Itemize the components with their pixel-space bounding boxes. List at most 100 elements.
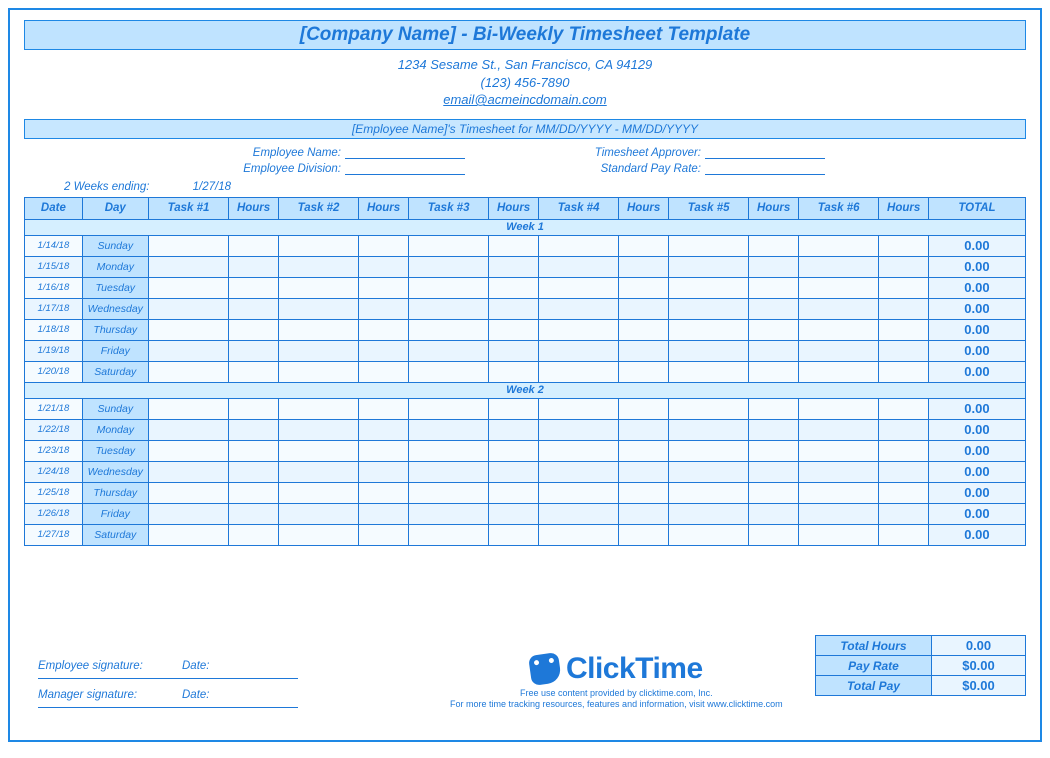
cell-task[interactable] xyxy=(668,503,748,524)
cell-hours[interactable] xyxy=(879,398,929,419)
cell-hours[interactable] xyxy=(359,482,409,503)
cell-task[interactable] xyxy=(408,235,488,256)
cell-hours[interactable] xyxy=(489,298,539,319)
cell-hours[interactable] xyxy=(229,319,279,340)
cell-task[interactable] xyxy=(668,461,748,482)
cell-hours[interactable] xyxy=(489,319,539,340)
cell-task[interactable] xyxy=(538,277,618,298)
cell-task[interactable] xyxy=(148,277,228,298)
cell-task[interactable] xyxy=(798,503,878,524)
cell-task[interactable] xyxy=(278,461,358,482)
cell-hours[interactable] xyxy=(619,398,669,419)
cell-task[interactable] xyxy=(408,256,488,277)
cell-task[interactable] xyxy=(538,440,618,461)
cell-task[interactable] xyxy=(148,256,228,277)
cell-hours[interactable] xyxy=(359,340,409,361)
cell-task[interactable] xyxy=(408,361,488,382)
cell-hours[interactable] xyxy=(229,277,279,298)
cell-task[interactable] xyxy=(538,398,618,419)
cell-task[interactable] xyxy=(668,277,748,298)
cell-hours[interactable] xyxy=(619,419,669,440)
cell-task[interactable] xyxy=(538,461,618,482)
cell-hours[interactable] xyxy=(229,361,279,382)
cell-hours[interactable] xyxy=(489,503,539,524)
cell-task[interactable] xyxy=(668,319,748,340)
cell-hours[interactable] xyxy=(749,398,799,419)
cell-hours[interactable] xyxy=(749,340,799,361)
cell-hours[interactable] xyxy=(879,361,929,382)
cell-hours[interactable] xyxy=(619,461,669,482)
cell-task[interactable] xyxy=(538,298,618,319)
cell-task[interactable] xyxy=(668,340,748,361)
cell-hours[interactable] xyxy=(489,440,539,461)
cell-task[interactable] xyxy=(278,235,358,256)
employee-name-field[interactable] xyxy=(345,145,465,159)
cell-hours[interactable] xyxy=(619,256,669,277)
cell-task[interactable] xyxy=(538,524,618,545)
cell-hours[interactable] xyxy=(879,524,929,545)
cell-task[interactable] xyxy=(408,340,488,361)
cell-task[interactable] xyxy=(538,361,618,382)
cell-task[interactable] xyxy=(668,440,748,461)
cell-hours[interactable] xyxy=(879,503,929,524)
employee-division-field[interactable] xyxy=(345,161,465,175)
cell-hours[interactable] xyxy=(229,440,279,461)
cell-hours[interactable] xyxy=(619,482,669,503)
cell-task[interactable] xyxy=(668,235,748,256)
cell-hours[interactable] xyxy=(879,440,929,461)
cell-hours[interactable] xyxy=(619,361,669,382)
cell-task[interactable] xyxy=(538,482,618,503)
cell-task[interactable] xyxy=(538,503,618,524)
cell-hours[interactable] xyxy=(879,256,929,277)
cell-hours[interactable] xyxy=(489,340,539,361)
cell-hours[interactable] xyxy=(489,277,539,298)
cell-hours[interactable] xyxy=(359,361,409,382)
company-email-link[interactable]: email@acmeincdomain.com xyxy=(443,92,606,107)
cell-hours[interactable] xyxy=(229,503,279,524)
cell-task[interactable] xyxy=(798,361,878,382)
cell-task[interactable] xyxy=(278,319,358,340)
cell-hours[interactable] xyxy=(229,235,279,256)
cell-task[interactable] xyxy=(668,298,748,319)
cell-hours[interactable] xyxy=(749,319,799,340)
cell-hours[interactable] xyxy=(229,398,279,419)
cell-task[interactable] xyxy=(408,461,488,482)
cell-hours[interactable] xyxy=(489,398,539,419)
cell-task[interactable] xyxy=(148,419,228,440)
cell-hours[interactable] xyxy=(359,440,409,461)
cell-hours[interactable] xyxy=(619,524,669,545)
timesheet-approver-field[interactable] xyxy=(705,145,825,159)
cell-hours[interactable] xyxy=(229,419,279,440)
cell-hours[interactable] xyxy=(619,277,669,298)
cell-hours[interactable] xyxy=(359,524,409,545)
employee-signature-line[interactable] xyxy=(38,678,298,679)
cell-task[interactable] xyxy=(668,419,748,440)
cell-task[interactable] xyxy=(798,235,878,256)
cell-task[interactable] xyxy=(278,340,358,361)
cell-hours[interactable] xyxy=(749,235,799,256)
cell-task[interactable] xyxy=(798,440,878,461)
cell-task[interactable] xyxy=(278,524,358,545)
cell-task[interactable] xyxy=(148,398,228,419)
cell-task[interactable] xyxy=(408,524,488,545)
cell-task[interactable] xyxy=(408,319,488,340)
cell-task[interactable] xyxy=(278,419,358,440)
cell-hours[interactable] xyxy=(359,461,409,482)
cell-hours[interactable] xyxy=(359,277,409,298)
cell-hours[interactable] xyxy=(879,419,929,440)
cell-hours[interactable] xyxy=(879,482,929,503)
cell-hours[interactable] xyxy=(879,319,929,340)
cell-task[interactable] xyxy=(798,419,878,440)
cell-task[interactable] xyxy=(148,340,228,361)
cell-hours[interactable] xyxy=(749,256,799,277)
cell-hours[interactable] xyxy=(619,440,669,461)
cell-hours[interactable] xyxy=(229,298,279,319)
cell-hours[interactable] xyxy=(359,298,409,319)
cell-task[interactable] xyxy=(278,256,358,277)
cell-task[interactable] xyxy=(798,256,878,277)
cell-hours[interactable] xyxy=(749,524,799,545)
cell-task[interactable] xyxy=(278,361,358,382)
cell-hours[interactable] xyxy=(359,398,409,419)
cell-task[interactable] xyxy=(148,361,228,382)
cell-task[interactable] xyxy=(408,503,488,524)
